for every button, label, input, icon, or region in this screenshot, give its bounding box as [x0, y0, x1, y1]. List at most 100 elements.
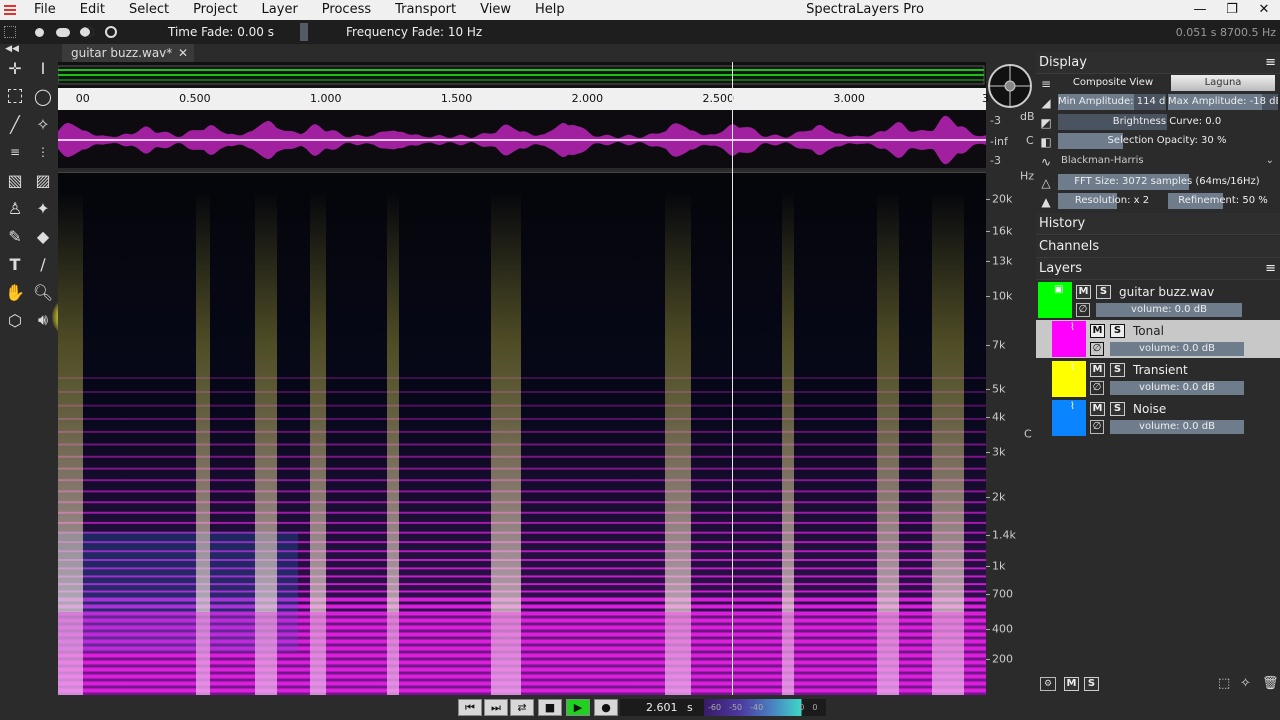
- solo-button[interactable]: S: [1110, 402, 1125, 416]
- mute-button[interactable]: M: [1090, 402, 1105, 416]
- tab-guitar-buzz[interactable]: guitar buzz.wav* ✕: [62, 44, 194, 62]
- menu-edit[interactable]: Edit: [68, 0, 117, 20]
- menu-select[interactable]: Select: [117, 0, 181, 20]
- layers-section-header[interactable]: Layers ≡: [1036, 258, 1280, 280]
- menu-project[interactable]: Project: [181, 0, 249, 20]
- colormap-dropdown[interactable]: Laguna: [1171, 75, 1275, 91]
- layer-row-guitar-buzz[interactable]: ▣ M S guitar buzz.wav ∅ volume: 0.0 dB: [1036, 281, 1280, 319]
- frequency-fade-label[interactable]: Frequency Fade: 10 Hz: [346, 25, 482, 39]
- selection-mode-empty-icon[interactable]: [4, 26, 16, 38]
- menu-layer[interactable]: Layer: [250, 0, 310, 20]
- magic-wand-tool-icon[interactable]: ✧: [31, 112, 55, 136]
- rectangle-select-tool-icon[interactable]: [3, 84, 27, 108]
- eyedropper-tool-icon[interactable]: ∕: [31, 252, 55, 276]
- minimize-button[interactable]: —: [1184, 0, 1216, 20]
- display-menu-icon[interactable]: ≡: [1265, 52, 1276, 74]
- layer-color-swatch[interactable]: ⌇: [1052, 400, 1086, 436]
- menu-view[interactable]: View: [468, 0, 523, 20]
- layer-name[interactable]: Transient: [1133, 363, 1188, 377]
- pencil-tool-icon[interactable]: ✎: [3, 224, 27, 248]
- brush-size-medium-button[interactable]: [54, 23, 72, 41]
- composite-view-dropdown[interactable]: Composite View: [1058, 75, 1168, 91]
- max-amplitude-slider[interactable]: Max Amplitude: -18 dB: [1168, 94, 1278, 110]
- layer-volume-slider[interactable]: volume: 0.0 dB: [1110, 381, 1244, 395]
- go-to-end-button[interactable]: ⏭︎: [484, 699, 508, 716]
- layer-volume-slider[interactable]: volume: 0.0 dB: [1096, 303, 1242, 317]
- add-effect-icon[interactable]: ✧: [1240, 676, 1251, 691]
- stop-button[interactable]: ■: [538, 699, 562, 716]
- solo-button[interactable]: S: [1096, 285, 1111, 299]
- layer-row-tonal[interactable]: ⌇ M S Tonal ∅ volume: 0.0 dB: [1036, 320, 1280, 358]
- layer-color-swatch[interactable]: ⌇: [1052, 321, 1086, 357]
- 3d-view-tool-icon[interactable]: ⬡: [3, 308, 27, 332]
- layer-settings-icon[interactable]: ⚙: [1040, 677, 1056, 691]
- menu-help[interactable]: Help: [523, 0, 577, 20]
- brush-select-tool-icon[interactable]: ╱: [3, 112, 27, 136]
- selection-opacity-slider[interactable]: Selection Opacity: 30 %: [1058, 133, 1276, 149]
- harmonic-select-tool-icon[interactable]: ⋮: [31, 140, 55, 164]
- collapse-arrows-icon[interactable]: ◀◀: [2, 44, 22, 54]
- menu-transport[interactable]: Transport: [383, 0, 468, 20]
- fade-slider-handle[interactable]: [300, 23, 308, 41]
- footer-mute-button[interactable]: M: [1064, 677, 1079, 691]
- phase-invert-icon[interactable]: ∅: [1090, 381, 1104, 395]
- footer-solo-button[interactable]: S: [1084, 677, 1099, 691]
- text-tool-icon[interactable]: T: [3, 252, 27, 276]
- move-tool-icon[interactable]: ✛: [3, 56, 27, 80]
- layer-color-swatch[interactable]: ▣: [1038, 282, 1072, 318]
- delete-layer-icon[interactable]: 🗑︎: [1262, 676, 1279, 691]
- zoom-tool-icon[interactable]: 🔍︎: [31, 280, 55, 304]
- spectrogram-view[interactable]: [58, 172, 986, 695]
- window-function-dropdown[interactable]: Blackman-Harris ⌄: [1058, 153, 1276, 169]
- time-fade-label[interactable]: Time Fade: 0.00 s: [168, 25, 274, 39]
- layer-volume-slider[interactable]: volume: 0.0 dB: [1110, 420, 1244, 434]
- layer-color-swatch[interactable]: ⌇: [1052, 361, 1086, 397]
- eraser-tool-icon[interactable]: ▧: [3, 168, 27, 192]
- time-select-tool-icon[interactable]: I: [31, 56, 55, 80]
- time-ruler[interactable]: 0.0000.5001.0001.5002.0002.5003.0003.500: [58, 88, 990, 110]
- close-window-button[interactable]: ✕: [1248, 0, 1280, 20]
- solo-button[interactable]: S: [1110, 363, 1125, 377]
- menu-process[interactable]: Process: [310, 0, 383, 20]
- menu-file[interactable]: File: [20, 0, 68, 20]
- fill-tool-icon[interactable]: ◆: [31, 224, 55, 248]
- brightness-curve-slider[interactable]: Brightness Curve: 0.0: [1058, 114, 1276, 130]
- brush-size-small-button[interactable]: [30, 23, 48, 41]
- maximize-button[interactable]: ❐: [1216, 0, 1248, 20]
- phase-invert-icon[interactable]: ∅: [1090, 420, 1104, 434]
- clone-stamp-tool-icon[interactable]: ♙: [3, 196, 27, 220]
- display-section-header[interactable]: Display ≡: [1036, 52, 1280, 74]
- add-layer-icon[interactable]: ⬚: [1218, 676, 1230, 691]
- brush-size-large-button[interactable]: [78, 23, 96, 41]
- mute-button[interactable]: M: [1076, 285, 1091, 299]
- refinement-slider[interactable]: Refinement: 50 %: [1168, 193, 1278, 209]
- loop-button[interactable]: ⇄: [510, 699, 534, 716]
- soft-eraser-tool-icon[interactable]: ▨: [31, 168, 55, 192]
- play-button[interactable]: ▶: [566, 699, 590, 716]
- brush-shape-button[interactable]: [102, 23, 120, 41]
- layer-row-transient[interactable]: ⌇ M S Transient ∅ volume: 0.0 dB: [1036, 360, 1280, 398]
- playhead-line[interactable]: [732, 62, 733, 695]
- mute-button[interactable]: M: [1090, 363, 1105, 377]
- min-amplitude-slider[interactable]: Min Amplitude: 114 dB: [1058, 94, 1166, 110]
- phase-invert-icon[interactable]: ∅: [1076, 303, 1090, 317]
- resolution-slider[interactable]: Resolution: x 2: [1058, 193, 1166, 209]
- view-navigator-dial[interactable]: [988, 64, 1032, 108]
- hand-tool-icon[interactable]: ✋: [3, 280, 27, 304]
- playhead-marker[interactable]: [727, 103, 739, 110]
- mute-button[interactable]: M: [1090, 324, 1105, 338]
- layer-name[interactable]: guitar buzz.wav: [1119, 285, 1214, 299]
- layer-volume-slider[interactable]: volume: 0.0 dB: [1110, 342, 1244, 356]
- heal-tool-icon[interactable]: ✦: [31, 196, 55, 220]
- overview-navigator[interactable]: [57, 62, 986, 88]
- phase-invert-icon[interactable]: ∅: [1090, 342, 1104, 356]
- close-tab-icon[interactable]: ✕: [178, 44, 188, 62]
- waveform-view[interactable]: [58, 110, 986, 170]
- layer-name[interactable]: Noise: [1133, 402, 1166, 416]
- channels-section-header[interactable]: Channels: [1036, 236, 1280, 258]
- history-section-header[interactable]: History: [1036, 213, 1280, 235]
- solo-button[interactable]: S: [1110, 324, 1125, 338]
- fft-size-slider[interactable]: FFT Size: 3072 samples (64ms/16Hz): [1058, 174, 1276, 190]
- layer-name[interactable]: Tonal: [1133, 324, 1164, 338]
- lasso-tool-icon[interactable]: ◯: [31, 84, 55, 108]
